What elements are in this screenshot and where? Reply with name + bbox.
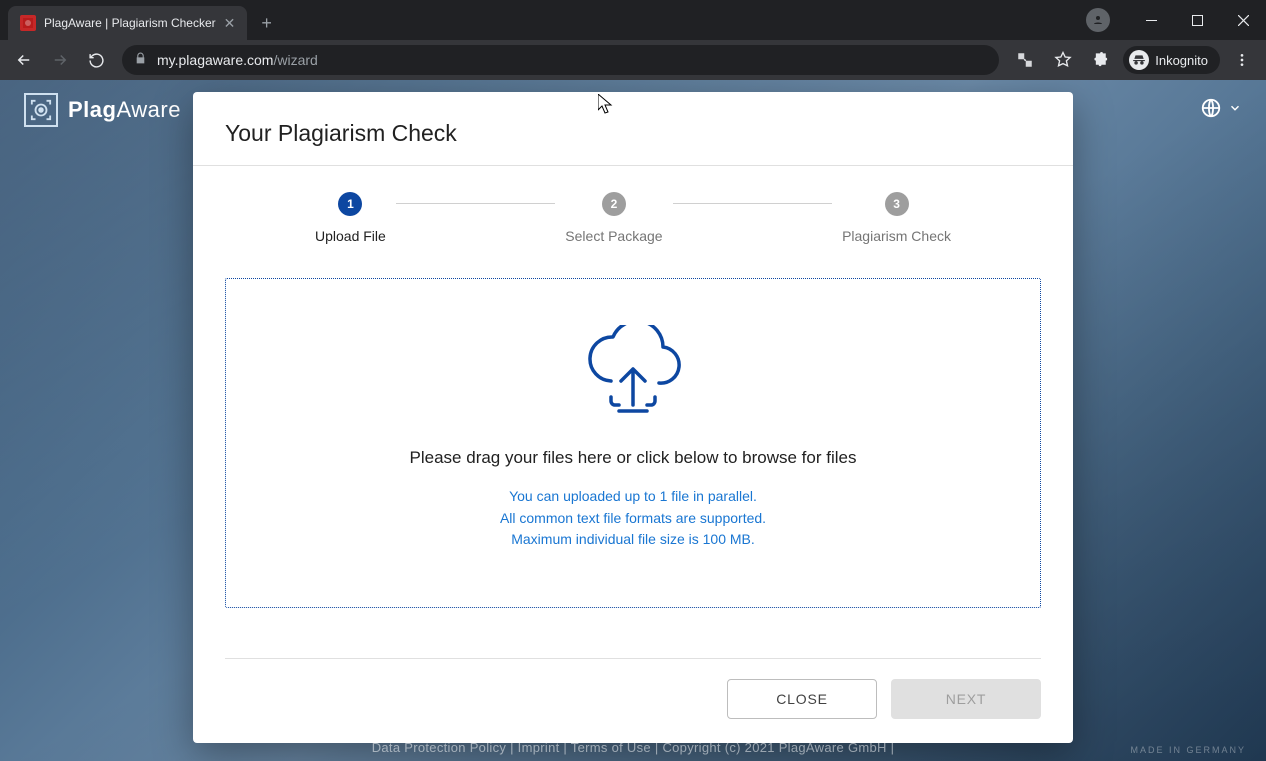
step-number: 3	[885, 192, 909, 216]
brand-name: PlagAware	[68, 97, 181, 123]
file-dropzone[interactable]: Please drag your files here or click bel…	[225, 278, 1041, 608]
wizard-card: Your Plagiarism Check 1 Upload File 2 Se…	[193, 92, 1073, 743]
card-title: Your Plagiarism Check	[225, 120, 1041, 147]
globe-icon	[1200, 97, 1222, 124]
bookmark-star-icon[interactable]	[1047, 44, 1079, 76]
step-number: 2	[602, 192, 626, 216]
incognito-badge[interactable]: Inkognito	[1123, 46, 1220, 74]
nav-forward-icon[interactable]	[44, 44, 76, 76]
brand-mark-icon	[24, 93, 58, 127]
divider	[225, 658, 1041, 659]
step-label: Select Package	[565, 228, 662, 244]
language-switcher[interactable]	[1200, 97, 1242, 124]
divider	[193, 165, 1073, 166]
browser-menu-icon[interactable]	[1226, 44, 1258, 76]
incognito-label: Inkognito	[1155, 53, 1208, 68]
browser-tab-strip: PlagAware | Plagiarism Checker ✕ +	[0, 0, 1266, 40]
chevron-down-icon	[1228, 101, 1242, 120]
step-package[interactable]: 2 Select Package	[555, 192, 672, 244]
step-number: 1	[338, 192, 362, 216]
nav-back-icon[interactable]	[8, 44, 40, 76]
incognito-icon	[1129, 50, 1149, 70]
dropzone-hint: You can uploaded up to 1 file in paralle…	[246, 486, 1020, 551]
step-upload[interactable]: 1 Upload File	[305, 192, 396, 244]
nav-reload-icon[interactable]	[80, 44, 112, 76]
browser-tab[interactable]: PlagAware | Plagiarism Checker ✕	[8, 6, 247, 40]
new-tab-button[interactable]: +	[247, 6, 286, 40]
browser-toolbar: my.plagaware.com/wizard Inkognito	[0, 40, 1266, 80]
address-bar[interactable]: my.plagaware.com/wizard	[122, 45, 999, 75]
translate-icon[interactable]	[1009, 44, 1041, 76]
step-label: Plagiarism Check	[842, 228, 951, 244]
tab-close-icon[interactable]: ✕	[224, 15, 236, 32]
next-button: NEXT	[891, 679, 1041, 719]
step-label: Upload File	[315, 228, 386, 244]
cloud-upload-icon	[246, 325, 1020, 426]
step-check[interactable]: 3 Plagiarism Check	[832, 192, 961, 244]
brand-logo[interactable]: PlagAware	[24, 93, 181, 127]
lock-icon	[134, 52, 147, 68]
window-maximize-icon[interactable]	[1174, 5, 1220, 35]
dropzone-instruction: Please drag your files here or click bel…	[246, 448, 1020, 468]
extensions-icon[interactable]	[1085, 44, 1117, 76]
page-footer: Data Protection Policy | Imprint | Terms…	[0, 740, 1266, 755]
profile-avatar-icon[interactable]	[1086, 8, 1110, 32]
address-url: my.plagaware.com/wizard	[157, 52, 318, 68]
stepper: 1 Upload File 2 Select Package 3 Plagiar…	[305, 192, 961, 244]
made-in-germany: MADE IN GERMANY	[1130, 745, 1246, 755]
tab-favicon	[20, 15, 36, 31]
window-minimize-icon[interactable]	[1128, 5, 1174, 35]
close-button[interactable]: CLOSE	[727, 679, 877, 719]
page-viewport: PlagAware Your Plagiarism Check 1 Upload…	[0, 80, 1266, 761]
tab-title: PlagAware | Plagiarism Checker	[44, 16, 216, 30]
window-close-icon[interactable]	[1220, 5, 1266, 35]
card-actions: CLOSE NEXT	[225, 679, 1041, 719]
